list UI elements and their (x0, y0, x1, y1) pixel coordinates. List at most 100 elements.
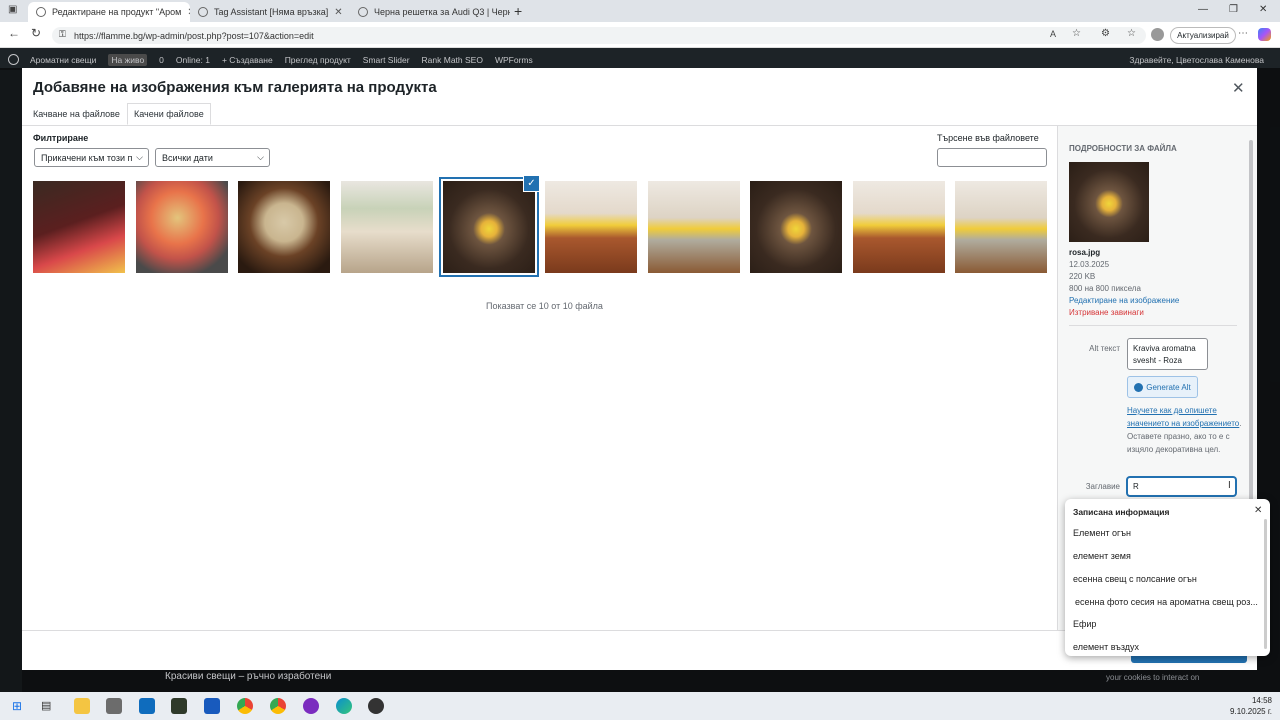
autofill-heading: Записана информация (1073, 507, 1170, 517)
detail-size: 220 KB (1069, 272, 1096, 281)
close-icon[interactable]: ✕ (1232, 79, 1245, 97)
delete-permanently-link[interactable]: Изтриване завинаги (1069, 308, 1144, 317)
autofill-item[interactable]: Ефир (1073, 619, 1263, 629)
media-thumbnail[interactable] (341, 181, 433, 273)
taskbar (0, 692, 1280, 720)
adminbar-comments[interactable]: 0 (159, 55, 164, 65)
browser-tab[interactable]: Tag Assistant [Няма връзка] ✕ (190, 2, 348, 22)
title-value: R (1133, 482, 1139, 491)
copilot-icon[interactable] (1258, 28, 1271, 41)
media-thumbnail[interactable] (955, 181, 1047, 273)
behind-right-text: your cookies to interact on (1106, 673, 1200, 682)
chrome-icon[interactable] (237, 698, 253, 714)
alt-text-field[interactable]: Kraviva aromatna svesht - Roza (1127, 338, 1208, 370)
new-tab-icon[interactable]: + (514, 3, 522, 19)
more-icon[interactable]: ⋯ (1238, 28, 1248, 39)
autofill-item[interactable]: елемент земя (1073, 551, 1263, 561)
autofill-item[interactable]: есенна свещ с полсание огън (1073, 574, 1263, 584)
adminbar-smart-slider[interactable]: Smart Slider (363, 55, 410, 65)
media-thumbnail[interactable] (853, 181, 945, 273)
media-thumbnail[interactable] (33, 181, 125, 273)
attachment-filter-value: Прикачени към този п (41, 152, 133, 163)
browser-tab[interactable]: Черна решетка за Audi Q3 | Черн ✕ (350, 2, 510, 22)
adminbar-new[interactable]: + Създаване (222, 55, 273, 65)
minimize-icon[interactable]: — (1198, 4, 1208, 15)
edit-image-link[interactable]: Редактиране на изображение (1069, 296, 1179, 305)
clock-date: 9.10.2025 г. (1230, 707, 1272, 716)
adminbar-online[interactable]: Online: 1 (176, 55, 210, 65)
tab-uploaded-files[interactable]: Качени файлове (127, 103, 211, 125)
media-thumbnail[interactable] (238, 181, 330, 273)
wp-admin-bar: Ароматни свещи На живо 0 Online: 1 + Съз… (0, 50, 1280, 70)
messenger-icon[interactable] (303, 698, 319, 714)
media-thumbnail-selected[interactable] (439, 177, 539, 277)
autofill-item[interactable]: есенна фото сесия на ароматна свещ роз..… (1075, 597, 1265, 607)
back-icon[interactable]: ← (8, 26, 20, 40)
app-icon[interactable] (171, 698, 187, 714)
adminbar-view-product[interactable]: Преглед продукт (285, 55, 351, 65)
wordpress-logo-icon[interactable] (8, 54, 19, 65)
search-input[interactable] (937, 148, 1047, 167)
task-view-icon[interactable]: ▤ (41, 699, 51, 712)
outlook-icon[interactable] (139, 698, 155, 714)
tab-label: Tag Assistant [Няма връзка] (214, 7, 329, 17)
browser-menu-icon[interactable]: ▣ (8, 4, 17, 15)
date-filter-select[interactable]: Всички дати ⌵ (155, 148, 270, 167)
media-thumbnail[interactable] (545, 181, 637, 273)
search-label: Търсене във файловете (937, 133, 1039, 143)
edge-icon[interactable] (336, 698, 352, 714)
tab-label: Черна решетка за Audi Q3 | Черн (374, 7, 510, 17)
scrollbar[interactable] (1264, 519, 1267, 649)
insert-button[interactable] (1131, 655, 1247, 663)
file-explorer-icon[interactable] (74, 698, 90, 714)
system-clock[interactable]: 14:58 9.10.2025 г. (1230, 695, 1272, 717)
close-icon[interactable]: ✕ (334, 7, 342, 18)
read-aloud-icon[interactable]: A (1050, 29, 1056, 39)
alt-text-label: Alt текст (1089, 344, 1120, 353)
store-icon[interactable] (106, 698, 122, 714)
adminbar-site[interactable]: Ароматни свещи (30, 55, 96, 65)
text-cursor-icon: I (1228, 480, 1231, 491)
app-icon[interactable] (368, 698, 384, 714)
close-icon[interactable]: ✕ (1254, 505, 1262, 516)
adminbar-greeting[interactable]: Здравейте, Цветослава Каменова (1129, 55, 1264, 65)
clock-time: 14:58 (1251, 696, 1272, 705)
windows-start-icon[interactable]: ⊞ (12, 699, 22, 713)
generate-alt-button[interactable]: Generate Alt (1127, 376, 1198, 398)
title-field[interactable]: R (1127, 477, 1236, 496)
title-label: Заглавие (1085, 482, 1120, 491)
maximize-icon[interactable]: ❐ (1229, 4, 1238, 15)
selected-check-icon[interactable]: ✓ (523, 175, 540, 192)
tab-upload-files[interactable]: Качване на файлове (27, 103, 126, 125)
divider (1069, 325, 1237, 326)
attachment-filter-select[interactable]: Прикачени към този п ⌵ (34, 148, 149, 167)
file-count-text: Показват се 10 от 10 файла (486, 301, 603, 311)
media-thumbnail[interactable] (648, 181, 740, 273)
url-input[interactable]: ⚿ https://flamme.bg/wp-admin/post.php?po… (52, 27, 1146, 44)
profile-avatar[interactable] (1151, 28, 1164, 41)
media-thumbnail[interactable] (750, 181, 842, 273)
site-info-icon[interactable]: ⚿ (59, 29, 66, 40)
window-close-icon[interactable]: ✕ (1259, 4, 1267, 15)
favorites-icon[interactable]: ☆ (1127, 28, 1136, 39)
autofill-item[interactable]: Елемент огън (1073, 528, 1263, 538)
detail-thumbnail (1069, 162, 1149, 242)
chrome-icon[interactable] (270, 698, 286, 714)
tab-label: Редактиране на продукт "Аром (52, 7, 182, 17)
word-icon[interactable] (204, 698, 220, 714)
adminbar-live-badge: На живо (108, 54, 148, 66)
extensions-icon[interactable]: ⚙ (1101, 28, 1110, 39)
details-heading: Подробности за файла (1069, 144, 1177, 153)
alt-help-link[interactable]: Научете как да опишете значението на изо… (1127, 406, 1239, 428)
generate-alt-label: Generate Alt (1146, 382, 1191, 392)
browser-tab-active[interactable]: Редактиране на продукт "Аром ✕ (28, 2, 190, 22)
tab-favicon-icon (358, 7, 368, 17)
update-browser-button[interactable]: Актуализирай (1170, 27, 1236, 44)
autofill-item[interactable]: елемент въздух (1073, 642, 1263, 652)
adminbar-wpforms[interactable]: WPForms (495, 55, 533, 65)
adminbar-rank-math[interactable]: Rank Math SEO (422, 55, 483, 65)
behind-product-text: Красиви свещи – ръчно изработени (165, 671, 332, 682)
media-thumbnail[interactable] (136, 181, 228, 273)
favorite-star-icon[interactable]: ☆ (1072, 28, 1081, 39)
reload-icon[interactable]: ↻ (31, 26, 41, 40)
